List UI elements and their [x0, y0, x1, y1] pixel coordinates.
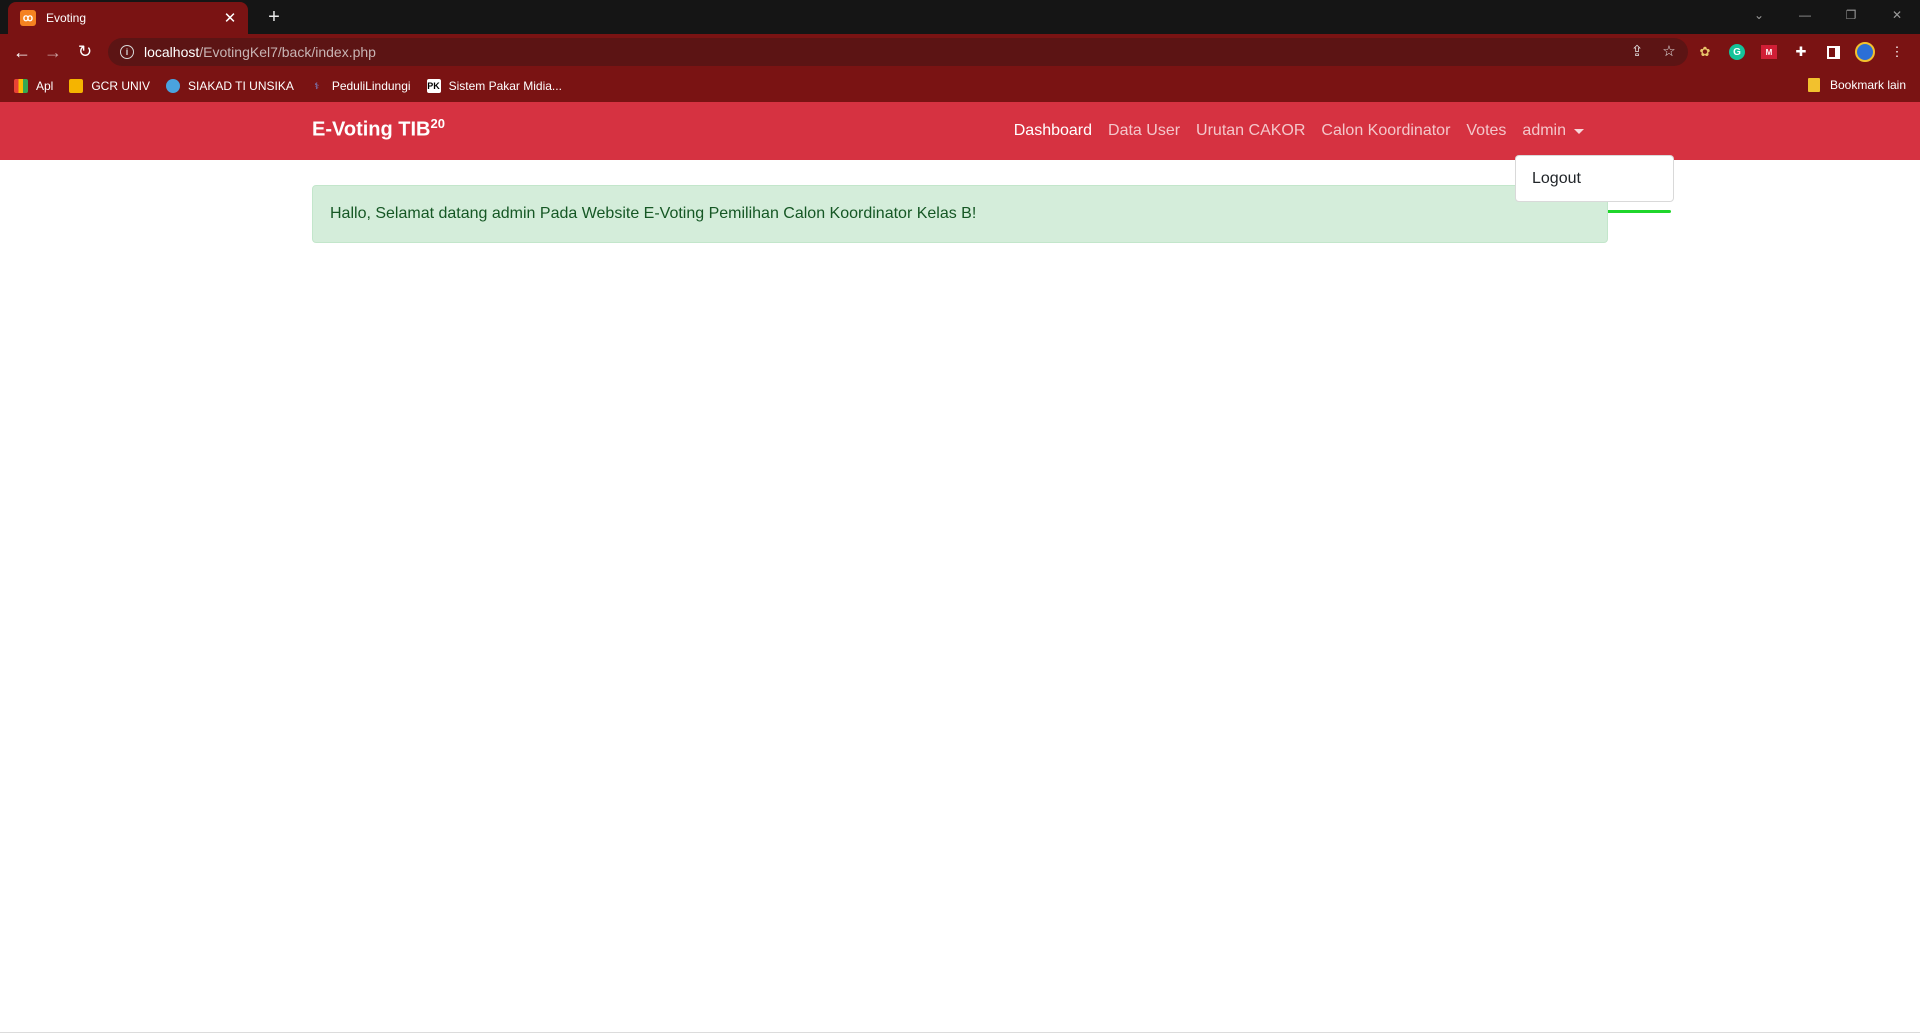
nav-link-data-user[interactable]: Data User	[1108, 122, 1180, 140]
user-menu-toggle[interactable]: admin	[1522, 122, 1584, 140]
browser-toolbar: ← → ↻ i localhost /EvotingKel7/back/inde…	[0, 34, 1920, 70]
browser-tab[interactable]: ꝏ Evoting ✕	[8, 2, 248, 34]
nav-link-votes[interactable]: Votes	[1466, 122, 1506, 140]
extensions-area: ✿ G M ✚ ⋮	[1694, 41, 1908, 63]
bookmark-pedulilindungi[interactable]: ⚕ PeduliLindungi	[310, 79, 411, 93]
forward-arrow-icon[interactable]: →	[41, 40, 65, 64]
bookmark-siakad[interactable]: SIAKAD TI UNSIKA	[166, 79, 294, 93]
logout-menu-item[interactable]: Logout	[1532, 170, 1581, 188]
apps-grid-icon	[14, 79, 28, 93]
nav-links: Dashboard Data User Urutan CAKOR Calon K…	[998, 102, 1584, 160]
side-panel-icon[interactable]	[1822, 41, 1844, 63]
window-controls: ⌄ — ❐ ✕	[1736, 0, 1920, 30]
other-bookmarks[interactable]: Bookmark lain	[1807, 78, 1906, 92]
profile-avatar-icon[interactable]	[1854, 41, 1876, 63]
nav-link-calon-koordinator[interactable]: Calon Koordinator	[1321, 122, 1450, 140]
classroom-icon	[69, 79, 84, 93]
site-info-icon[interactable]: i	[120, 45, 134, 59]
siakad-icon	[166, 79, 181, 93]
new-tab-button[interactable]: +	[262, 5, 286, 29]
alert-text: Hallo, Selamat datang admin Pada Website…	[330, 205, 977, 222]
grammarly-icon[interactable]: G	[1726, 41, 1748, 63]
bookmark-label: Apl	[36, 79, 54, 93]
brand-text: E-Voting TIB	[312, 118, 431, 141]
bookmark-gcr-univ[interactable]: GCR UNIV	[69, 79, 150, 93]
welcome-alert: Hallo, Selamat datang admin Pada Website…	[312, 185, 1608, 243]
other-bookmarks-label: Bookmark lain	[1829, 78, 1906, 92]
window-close-icon[interactable]: ✕	[1874, 0, 1920, 30]
extension-flower-icon[interactable]: ✿	[1694, 41, 1716, 63]
pakar-icon: PK	[426, 79, 441, 93]
tab-search-icon[interactable]: ⌄	[1736, 0, 1782, 30]
caret-down-icon	[1574, 128, 1584, 134]
bookmark-star-icon[interactable]: ☆	[1660, 42, 1678, 60]
url-path: /EvotingKel7/back/index.php	[199, 44, 376, 60]
puzzle-extensions-icon[interactable]: ✚	[1790, 41, 1812, 63]
nav-link-dashboard[interactable]: Dashboard	[1014, 122, 1092, 140]
minimize-icon[interactable]: —	[1782, 0, 1828, 30]
mendeley-icon[interactable]: M	[1758, 41, 1780, 63]
xampp-icon: ꝏ	[20, 10, 36, 26]
share-icon[interactable]: ⇪	[1628, 42, 1646, 60]
bookmarks-bar: Apl GCR UNIV SIAKAD TI UNSIKA ⚕ PeduliLi…	[0, 70, 1920, 102]
address-bar[interactable]: i localhost /EvotingKel7/back/index.php …	[108, 38, 1688, 66]
back-arrow-icon[interactable]: ←	[10, 40, 34, 64]
nav-link-urutan-cakor[interactable]: Urutan CAKOR	[1196, 122, 1305, 140]
reload-icon[interactable]: ↻	[73, 40, 97, 64]
bookmark-label: Sistem Pakar Midia...	[448, 79, 562, 93]
tab-title: Evoting	[46, 11, 87, 25]
pedulilindungi-icon: ⚕	[314, 80, 320, 91]
url-host: localhost	[144, 44, 200, 60]
user-dropdown-menu: Logout	[1515, 155, 1674, 202]
more-menu-icon[interactable]: ⋮	[1886, 41, 1908, 63]
bookmark-label: SIAKAD TI UNSIKA	[188, 79, 294, 93]
brand-logo[interactable]: E-Voting TIB20	[312, 116, 445, 142]
site-navbar: E-Voting TIB20 Dashboard Data User Uruta…	[0, 102, 1920, 160]
restore-icon[interactable]: ❐	[1828, 0, 1874, 30]
bookmark-label: PeduliLindungi	[331, 79, 411, 93]
bookmark-label: GCR UNIV	[91, 79, 151, 93]
folder-icon	[1807, 78, 1820, 92]
bookmark-apl[interactable]: Apl	[14, 79, 53, 93]
close-icon[interactable]: ✕	[222, 9, 238, 27]
bookmark-sistem-pakar[interactable]: PK Sistem Pakar Midia...	[426, 79, 562, 93]
user-menu-label: admin	[1522, 122, 1566, 139]
brand-superscript: 20	[430, 116, 445, 131]
browser-tabstrip: ꝏ Evoting ✕ + ⌄ — ❐ ✕	[0, 0, 1920, 34]
